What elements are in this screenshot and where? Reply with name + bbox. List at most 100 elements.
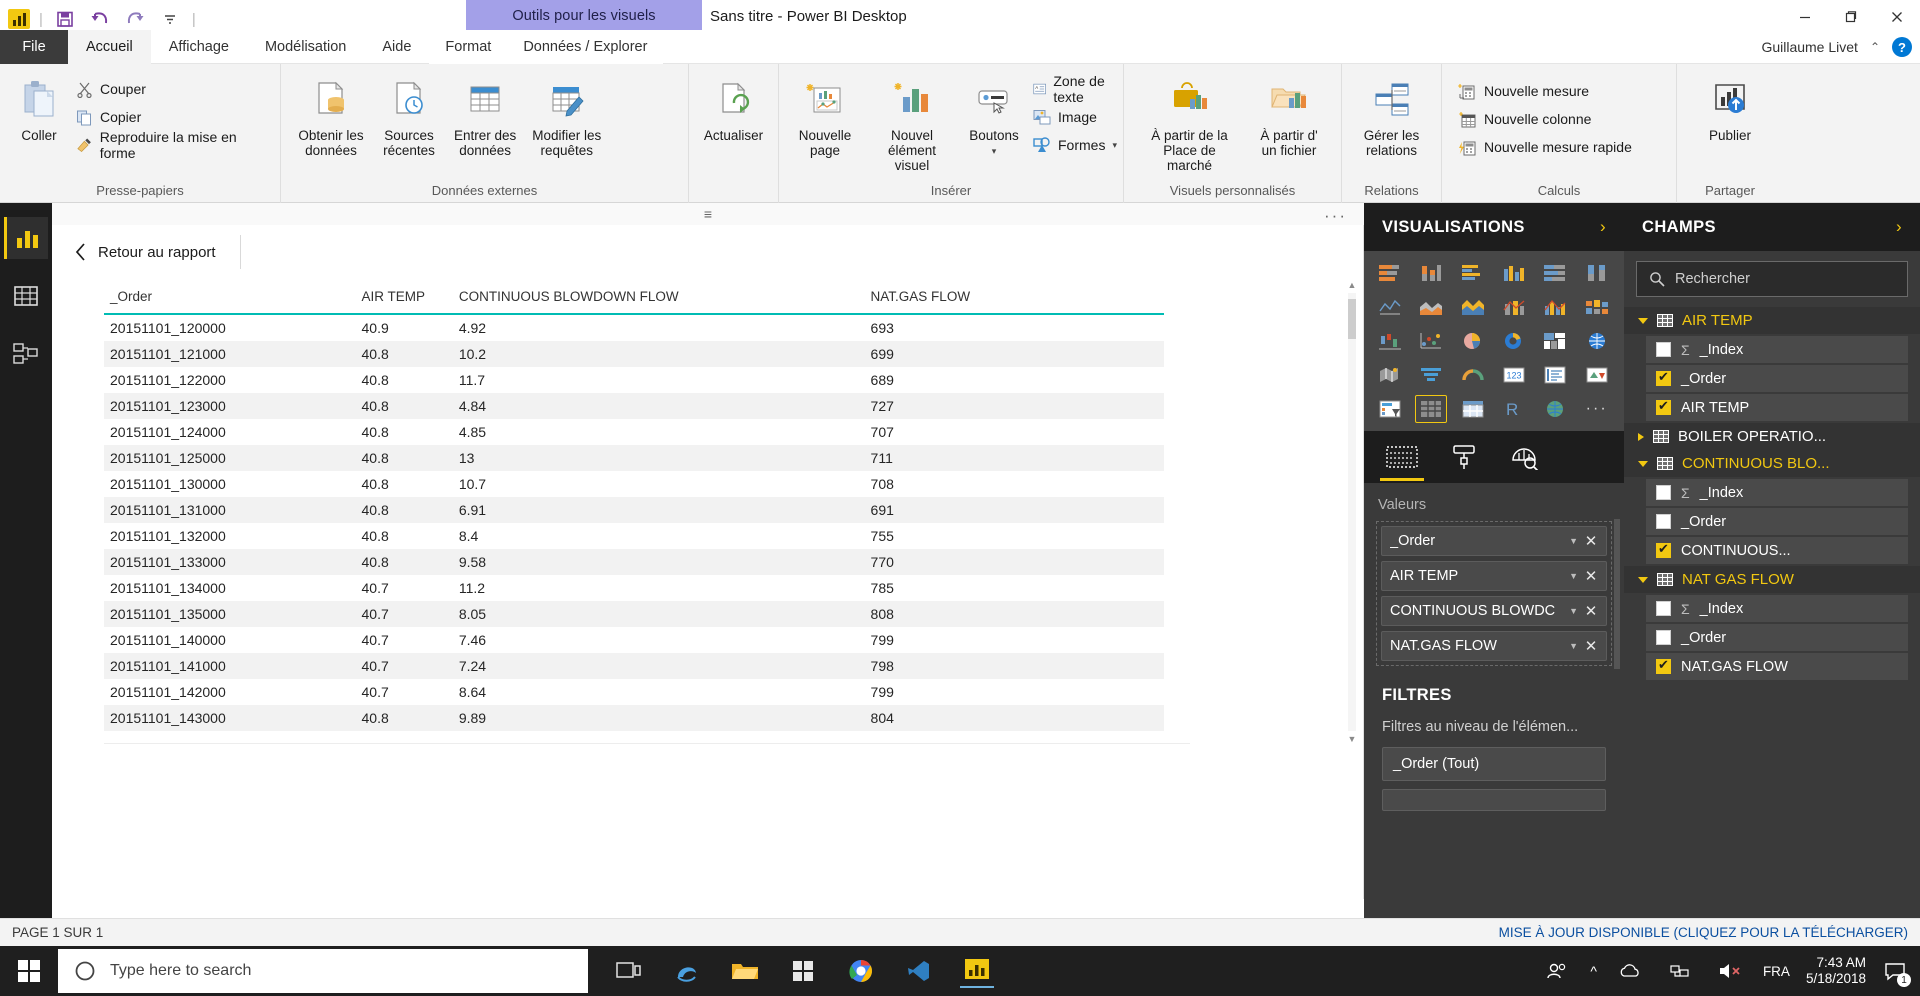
table-row[interactable]: 20151101_134000 40.7 11.2 785 bbox=[104, 575, 1164, 601]
field-table-air-temp[interactable]: AIR TEMP bbox=[1624, 307, 1920, 334]
buttons-button[interactable]: Boutons ▾ bbox=[963, 72, 1025, 156]
field-item-nat-gas-flow[interactable]: NAT.GAS FLOW bbox=[1646, 653, 1908, 680]
get-data-button[interactable]: Obtenir les données bbox=[291, 72, 371, 158]
onedrive-icon[interactable] bbox=[1613, 954, 1647, 988]
well-field-chip[interactable]: AIR TEMP ▼ ✕ bbox=[1381, 561, 1607, 591]
clock[interactable]: 7:43 AM 5/18/2018 bbox=[1806, 955, 1866, 987]
text-box-button[interactable]: A Zone de texte bbox=[1027, 73, 1123, 105]
data-view-icon[interactable] bbox=[4, 275, 48, 317]
vscode-icon[interactable] bbox=[902, 954, 936, 988]
line-clustered-column-chart-icon[interactable] bbox=[1539, 293, 1571, 321]
scrollbar-thumb[interactable] bbox=[1348, 299, 1356, 339]
refresh-button[interactable]: Actualiser bbox=[696, 72, 772, 143]
quick-measure-button[interactable]: Nouvelle mesure rapide bbox=[1452, 134, 1638, 160]
filter-card-partial[interactable] bbox=[1382, 789, 1606, 811]
table-row[interactable]: 20151101_133000 40.8 9.58 770 bbox=[104, 549, 1164, 575]
chrome-browser-icon[interactable] bbox=[844, 954, 878, 988]
donut-chart-icon[interactable] bbox=[1498, 327, 1530, 355]
format-pane-tab[interactable] bbox=[1450, 431, 1478, 483]
new-page-button[interactable]: Nouvelle page bbox=[789, 72, 861, 158]
values-well-drop-area[interactable]: _Order ▼ ✕ AIR TEMP ▼ ✕ CONTINUOUS BLOWD… bbox=[1376, 521, 1612, 666]
ribbon-chart-icon[interactable] bbox=[1581, 293, 1613, 321]
filter-card[interactable]: _Order (Tout) bbox=[1382, 747, 1606, 781]
field-checkbox[interactable] bbox=[1656, 630, 1671, 645]
tab-format[interactable]: Format bbox=[429, 30, 507, 64]
remove-field-icon[interactable]: ✕ bbox=[1584, 637, 1598, 655]
table-row[interactable]: 20151101_132000 40.8 8.4 755 bbox=[104, 523, 1164, 549]
clustered-bar-chart-icon[interactable] bbox=[1457, 259, 1489, 287]
field-item-continuous-blowdown-flow[interactable]: CONTINUOUS... bbox=[1646, 537, 1908, 564]
table-row[interactable]: 20151101_125000 40.8 13 711 bbox=[104, 445, 1164, 471]
well-field-chip[interactable]: _Order ▼ ✕ bbox=[1381, 526, 1607, 556]
column-header-order[interactable]: _Order bbox=[104, 283, 356, 315]
100-stacked-column-chart-icon[interactable] bbox=[1581, 259, 1613, 287]
gauge-icon[interactable] bbox=[1457, 361, 1489, 389]
field-item-order[interactable]: _Order bbox=[1646, 508, 1908, 535]
remove-field-icon[interactable]: ✕ bbox=[1584, 567, 1598, 585]
data-table-container[interactable]: _Order AIR TEMP CONTINUOUS BLOWDOWN FLOW… bbox=[104, 283, 1190, 733]
pie-chart-icon[interactable] bbox=[1457, 327, 1489, 355]
collapse-triangle-icon[interactable] bbox=[1638, 460, 1648, 467]
new-measure-button[interactable]: Nouvelle mesure bbox=[1452, 78, 1638, 104]
field-item-index[interactable]: Σ _Index bbox=[1646, 595, 1908, 622]
chevron-down-icon[interactable]: ▼ bbox=[1569, 571, 1578, 581]
image-button[interactable]: Image bbox=[1027, 104, 1123, 130]
100-stacked-bar-chart-icon[interactable] bbox=[1539, 259, 1571, 287]
fields-pane-tab[interactable] bbox=[1380, 431, 1424, 483]
r-script-visual-icon[interactable]: R bbox=[1498, 395, 1530, 423]
field-checkbox[interactable] bbox=[1656, 657, 1671, 674]
line-chart-icon[interactable] bbox=[1374, 293, 1406, 321]
clustered-column-chart-icon[interactable] bbox=[1498, 259, 1530, 287]
language-indicator[interactable]: FRA bbox=[1763, 964, 1790, 979]
collapse-fields-pane-icon[interactable]: › bbox=[1896, 217, 1902, 237]
chevron-down-icon[interactable]: ▼ bbox=[1569, 641, 1578, 651]
power-bi-desktop-icon[interactable] bbox=[960, 954, 994, 988]
field-checkbox[interactable] bbox=[1656, 398, 1671, 415]
stacked-area-chart-icon[interactable] bbox=[1457, 293, 1489, 321]
paste-button[interactable]: Coller bbox=[10, 72, 68, 143]
field-item-index[interactable]: Σ _Index bbox=[1646, 479, 1908, 506]
from-marketplace-button[interactable]: À partir de la Place de marché bbox=[1134, 72, 1245, 173]
column-header-nat-gas-flow[interactable]: NAT.GAS FLOW bbox=[864, 283, 1164, 315]
help-icon[interactable]: ? bbox=[1892, 37, 1912, 57]
network-icon[interactable] bbox=[1663, 954, 1697, 988]
table-row[interactable]: 20151101_130000 40.8 10.7 708 bbox=[104, 471, 1164, 497]
table-row[interactable]: 20151101_14400040.89.81801 bbox=[104, 731, 1164, 733]
field-item-index[interactable]: Σ _Index bbox=[1646, 336, 1908, 363]
stacked-column-chart-icon[interactable] bbox=[1415, 259, 1447, 287]
customize-qat-icon[interactable] bbox=[157, 6, 183, 32]
edit-queries-button[interactable]: Modifier les requêtes bbox=[525, 72, 608, 158]
table-row[interactable]: 20151101_121000 40.8 10.2 699 bbox=[104, 341, 1164, 367]
well-field-chip[interactable]: NAT.GAS FLOW ▼ ✕ bbox=[1381, 631, 1607, 661]
map-icon[interactable] bbox=[1581, 327, 1613, 355]
field-item-order[interactable]: _Order bbox=[1646, 624, 1908, 651]
collapse-triangle-icon[interactable] bbox=[1638, 317, 1648, 324]
slicer-icon[interactable] bbox=[1374, 395, 1406, 423]
table-row[interactable]: 20151101_141000 40.7 7.24 798 bbox=[104, 653, 1164, 679]
tab-file[interactable]: File bbox=[0, 30, 68, 64]
chev ron-down-icon[interactable]: ▼ bbox=[1569, 606, 1578, 616]
collapse-visualizations-pane-icon[interactable]: › bbox=[1600, 217, 1606, 237]
fields-search-input[interactable]: Rechercher bbox=[1636, 261, 1908, 297]
table-row[interactable]: 20151101_120000 40.9 4.92 693 bbox=[104, 314, 1164, 341]
recent-sources-button[interactable]: Sources récentes bbox=[373, 72, 445, 158]
collapse-triangle-icon[interactable] bbox=[1638, 576, 1648, 583]
field-item-air-temp[interactable]: AIR TEMP bbox=[1646, 394, 1908, 421]
task-view-icon[interactable] bbox=[612, 954, 646, 988]
line-stacked-column-chart-icon[interactable] bbox=[1498, 293, 1530, 321]
restore-button[interactable] bbox=[1828, 0, 1874, 34]
table-row[interactable]: 20151101_135000 40.7 8.05 808 bbox=[104, 601, 1164, 627]
funnel-chart-icon[interactable] bbox=[1415, 361, 1447, 389]
analytics-pane-tab[interactable] bbox=[1510, 431, 1540, 483]
chevron-down-icon[interactable]: ▼ bbox=[1569, 536, 1578, 546]
action-center-icon[interactable]: 1 bbox=[1882, 958, 1911, 987]
redo-icon[interactable] bbox=[122, 6, 148, 32]
tab-modelisation[interactable]: Modélisation bbox=[247, 30, 364, 64]
scroll-up-arrow-icon[interactable]: ▲ bbox=[1345, 277, 1359, 293]
minimize-button[interactable] bbox=[1782, 0, 1828, 34]
back-to-report-button[interactable]: Retour au rapport bbox=[74, 235, 241, 269]
visual-drag-handle[interactable]: ≡ bbox=[52, 203, 1364, 225]
format-painter-button[interactable]: Reproduire la mise en forme bbox=[70, 129, 270, 161]
enter-data-button[interactable]: Entrer des données bbox=[447, 72, 523, 158]
manage-relationships-button[interactable]: Gérer les relations bbox=[1352, 72, 1432, 158]
